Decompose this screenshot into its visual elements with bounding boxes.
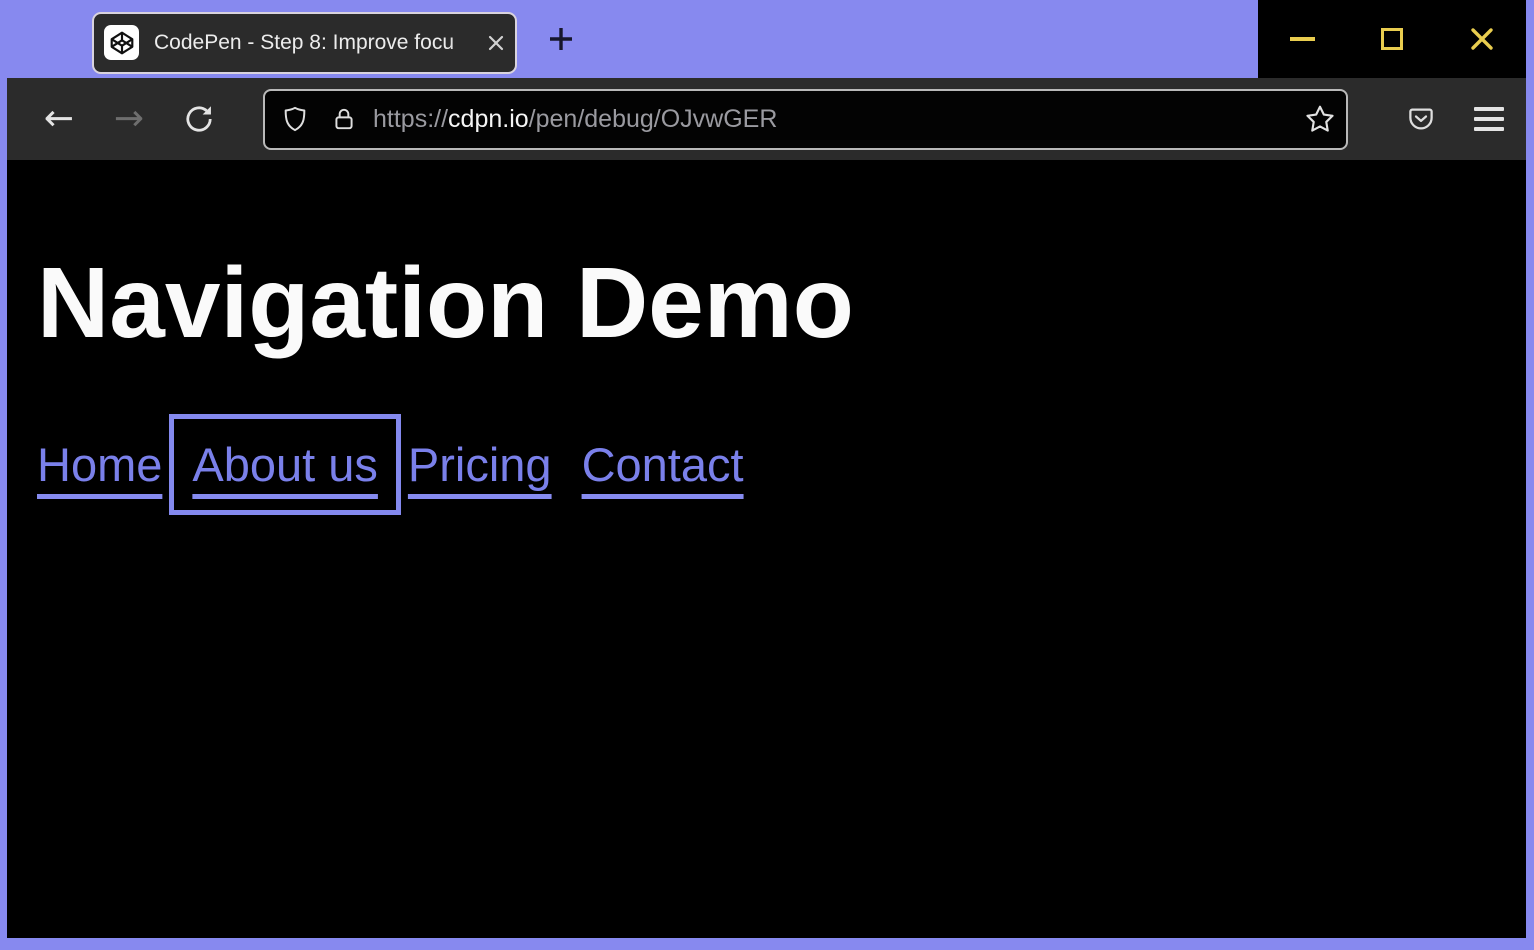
app-menu-button[interactable] — [1474, 107, 1504, 131]
bookmark-star-button[interactable] — [1304, 103, 1336, 135]
minimize-icon — [1290, 37, 1315, 41]
main-nav: Home About us Pricing Contact — [37, 437, 1526, 492]
tab-bar: CodePen - Step 8: Improve focu — [0, 0, 1534, 78]
forward-icon: → — [114, 101, 144, 137]
reload-button[interactable] — [177, 93, 221, 145]
tab-title: CodePen - Step 8: Improve focu — [154, 31, 487, 55]
nav-link-pricing[interactable]: Pricing — [408, 437, 552, 492]
tracking-shield-icon — [281, 105, 309, 133]
browser-window: CodePen - Step 8: Improve focu — [0, 0, 1534, 950]
close-icon — [1467, 24, 1497, 54]
nav-link-contact[interactable]: Contact — [582, 437, 744, 492]
url-bar[interactable]: https://cdpn.io/pen/debug/OJvwGER — [263, 89, 1348, 150]
lock-icon — [331, 106, 357, 132]
pocket-button[interactable] — [1406, 104, 1436, 134]
new-tab-button[interactable] — [545, 23, 577, 55]
codepen-favicon-icon — [104, 25, 139, 60]
hamburger-icon — [1474, 107, 1504, 131]
nav-link-home[interactable]: Home — [37, 437, 162, 492]
url-text: https://cdpn.io/pen/debug/OJvwGER — [373, 105, 777, 134]
close-button[interactable] — [1462, 15, 1502, 63]
url-path: /pen/debug/OJvwGER — [529, 105, 778, 133]
window-controls — [1258, 0, 1526, 78]
back-icon: ← — [44, 101, 74, 137]
minimize-button[interactable] — [1282, 15, 1322, 63]
navigation-toolbar: ← → https://cdpn.io/pen/debug/OJ — [7, 78, 1526, 160]
back-button[interactable]: ← — [37, 93, 81, 145]
maximize-icon — [1381, 28, 1403, 50]
maximize-button[interactable] — [1372, 15, 1412, 63]
star-icon — [1304, 103, 1336, 135]
tab-close-icon[interactable] — [487, 34, 505, 52]
browser-tab[interactable]: CodePen - Step 8: Improve focu — [92, 12, 517, 74]
page-title: Navigation Demo — [37, 248, 1526, 360]
url-domain: cdpn.io — [448, 105, 529, 133]
pocket-icon — [1406, 104, 1436, 134]
page-content: Navigation Demo Home About us Pricing Co… — [7, 160, 1526, 938]
forward-button[interactable]: → — [107, 93, 151, 145]
reload-icon — [183, 103, 215, 135]
nav-link-about-us[interactable]: About us — [192, 437, 378, 492]
url-scheme: https:// — [373, 105, 448, 133]
